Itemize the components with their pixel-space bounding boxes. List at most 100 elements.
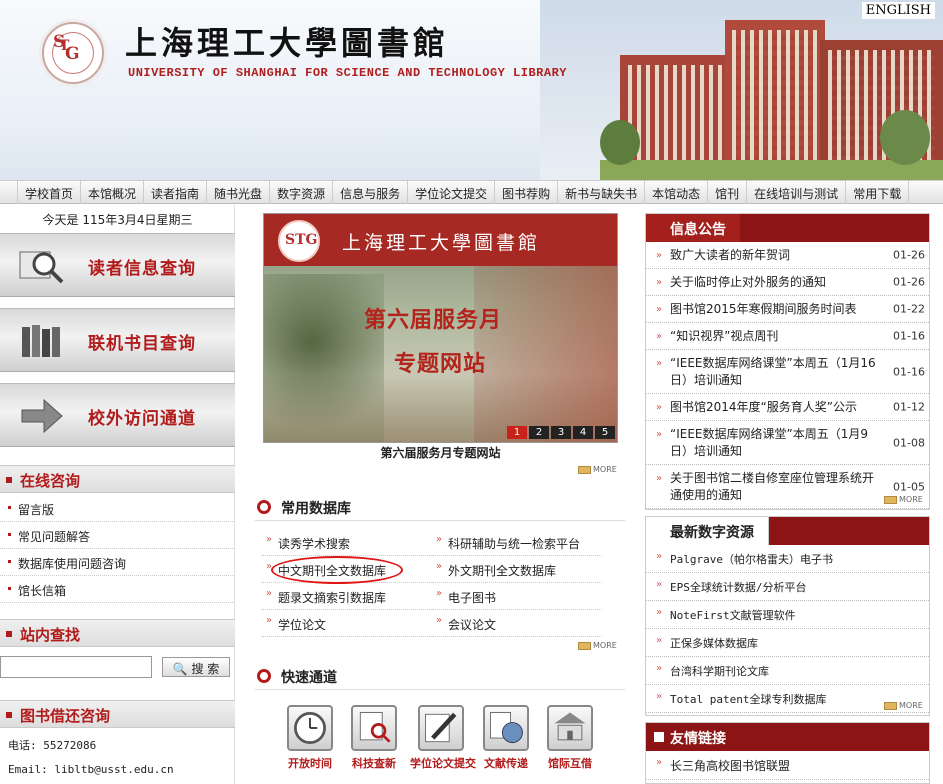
- banner-title-line2: 专题网站: [394, 352, 487, 377]
- email-text[interactable]: Email: libltb@usst.edu.cn: [8, 763, 174, 776]
- consult-item[interactable]: 常见问题解答: [0, 522, 235, 549]
- fast-link-open-hours[interactable]: 开放时间: [282, 705, 338, 775]
- nav-item[interactable]: 读者指南: [144, 181, 208, 204]
- site-search-header: 站内查找: [0, 619, 235, 647]
- lawn: [600, 160, 943, 180]
- database-link[interactable]: 题录文摘索引数据库: [262, 584, 432, 610]
- database-link[interactable]: 读秀学术搜索: [262, 530, 432, 556]
- feature-banner[interactable]: STG 上海理工大學圖書館 第六届服务月 专题网站 1 2 3 4 5: [263, 213, 618, 443]
- section-title: 常用数据库: [281, 501, 351, 517]
- database-link[interactable]: 电子图书: [432, 584, 602, 610]
- nav-item[interactable]: 馆刊: [708, 181, 748, 204]
- section-title: 图书借还咨询: [20, 707, 111, 725]
- resource-item[interactable]: NoteFirst文献管理软件: [646, 601, 929, 629]
- magnifier-icon: [19, 251, 64, 284]
- section-title: 快速通道: [281, 670, 337, 686]
- database-link[interactable]: 科研辅助与统一检索平台: [432, 530, 602, 556]
- nav-item[interactable]: 本馆概况: [81, 181, 145, 204]
- clock-icon: [287, 705, 333, 751]
- offsite-access-button[interactable]: 校外访问通道: [0, 383, 235, 447]
- notice-title: “IEEE数据库网络课堂”本周五（1月16日）培训通知: [670, 356, 876, 387]
- notices-more-link[interactable]: MORE: [884, 495, 930, 505]
- banner-page-4[interactable]: 4: [573, 426, 593, 439]
- banner-library-name: 上海理工大學圖書館: [342, 232, 541, 254]
- left-column: 今天是 115年3月4日星期三 读者信息查询 联机书目查询 校外访问通道 在线咨…: [0, 205, 235, 784]
- building-left-windows: [628, 65, 732, 160]
- search-icon: 🔍: [172, 662, 188, 676]
- friend-link-item[interactable]: 长三角高校图书馆联盟: [646, 751, 929, 780]
- resource-item[interactable]: 台湾科学期刊论文库: [646, 657, 929, 685]
- nav-item[interactable]: 在线培训与测试: [747, 181, 847, 204]
- nav-item[interactable]: 信息与服务: [333, 181, 409, 204]
- notice-item[interactable]: 图书馆2015年寒假期间服务时间表 01-22: [646, 296, 929, 323]
- resource-item[interactable]: 正保多媒体数据库: [646, 629, 929, 657]
- library-seal-logo[interactable]: STG: [42, 22, 104, 84]
- notice-title: “知识视界”视点周刊: [670, 329, 779, 343]
- date-line: 今天是 115年3月4日星期三: [42, 213, 193, 227]
- nav-item[interactable]: 本馆动态: [645, 181, 709, 204]
- more-icon: [884, 495, 897, 504]
- notice-date: 01-26: [893, 248, 925, 262]
- notice-item[interactable]: 致广大读者的新年贺词 01-26: [646, 242, 929, 269]
- notice-item[interactable]: “IEEE数据库网络课堂”本周五（1月9日）培训通知 01-08: [646, 421, 929, 465]
- notice-item[interactable]: “知识视界”视点周刊 01-16: [646, 323, 929, 350]
- site-header: STG 上海理工大學圖書館 UNIVERSITY OF SHANGHAI FOR…: [0, 0, 943, 180]
- fast-link-interlibrary-loan[interactable]: 馆际互借: [542, 705, 598, 775]
- catalog-search-button[interactable]: 联机书目查询: [0, 308, 235, 372]
- notice-item[interactable]: 图书馆2014年度“服务育人奖”公示 01-12: [646, 394, 929, 421]
- library-title-cn: 上海理工大學圖書館: [125, 24, 450, 62]
- nav-item[interactable]: 随书光盘: [207, 181, 271, 204]
- nav-item[interactable]: 常用下载: [846, 181, 910, 204]
- banner-page-3[interactable]: 3: [551, 426, 571, 439]
- resource-item[interactable]: Palgrave（帕尔格雷夫）电子书: [646, 545, 929, 573]
- banner-page-5[interactable]: 5: [595, 426, 615, 439]
- panel-title: 信息公告: [646, 214, 740, 242]
- database-link[interactable]: 会议论文: [432, 611, 602, 637]
- consult-item[interactable]: 留言版: [0, 495, 235, 522]
- banner-page-2[interactable]: 2: [529, 426, 549, 439]
- database-link[interactable]: 外文期刊全文数据库: [432, 557, 602, 583]
- highlight-annotation: [271, 556, 403, 584]
- notice-date: 01-12: [893, 400, 925, 414]
- fast-channel-header: 快速通道: [255, 664, 625, 690]
- pen-icon: [418, 705, 464, 751]
- english-link[interactable]: ENGLISH: [861, 2, 935, 19]
- fast-link-thesis-submit[interactable]: 学位论文提交: [410, 705, 476, 775]
- nav-item[interactable]: 图书荐购: [495, 181, 559, 204]
- databases-more-link[interactable]: MORE: [578, 641, 624, 651]
- notice-title: “IEEE数据库网络课堂”本周五（1月9日）培训通知: [670, 427, 868, 458]
- banner-page-1[interactable]: 1: [507, 426, 527, 439]
- online-consult-header: 在线咨询: [0, 465, 235, 493]
- notice-item[interactable]: “IEEE数据库网络课堂”本周五（1月16日）培训通知 01-16: [646, 350, 929, 394]
- nav-item[interactable]: 学校首页: [17, 181, 82, 204]
- database-link[interactable]: 学位论文: [262, 611, 432, 637]
- tree-2: [880, 110, 930, 165]
- friend-links-panel: 友情链接 长三角高校图书馆联盟: [645, 722, 930, 784]
- tree-1: [600, 120, 640, 165]
- notice-item[interactable]: 关于临时停止对外服务的通知 01-26: [646, 269, 929, 296]
- notice-title: 关于临时停止对外服务的通知: [670, 275, 827, 289]
- site-search-input[interactable]: [0, 656, 152, 678]
- nav-item[interactable]: 学位论文提交: [408, 181, 496, 204]
- nav-item[interactable]: 新书与缺失书: [558, 181, 646, 204]
- building-tower-windows: [732, 30, 818, 160]
- consult-list: 留言版 常见问题解答 数据库使用问题咨询 馆长信箱: [0, 495, 235, 603]
- resource-item[interactable]: EPS全球统计数据/分析平台: [646, 573, 929, 601]
- main-nav: 学校首页 本馆概况 读者指南 随书光盘 数字资源 信息与服务 学位论文提交 图书…: [0, 180, 943, 204]
- search-button[interactable]: 🔍 搜 索: [162, 657, 230, 677]
- consult-item[interactable]: 馆长信箱: [0, 576, 235, 603]
- notice-list: 致广大读者的新年贺词 01-26 关于临时停止对外服务的通知 01-26 图书馆20…: [646, 242, 929, 509]
- banner-caption[interactable]: 第六届服务月专题网站: [263, 444, 618, 462]
- panel-title: 最新数字资源: [646, 517, 769, 545]
- consult-item[interactable]: 数据库使用问题咨询: [0, 549, 235, 576]
- fast-link-doc-delivery[interactable]: 文献传递: [478, 705, 534, 775]
- fast-link-label: 文献传递: [484, 757, 528, 770]
- reader-info-button[interactable]: 读者信息查询: [0, 233, 235, 297]
- notice-date: 01-16: [893, 329, 925, 343]
- notice-title: 图书馆2015年寒假期间服务时间表: [670, 302, 857, 316]
- resources-more-link[interactable]: MORE: [884, 701, 930, 711]
- banner-more-link[interactable]: MORE: [578, 465, 624, 475]
- fast-link-novelty-search[interactable]: 科技查新: [346, 705, 402, 775]
- nav-item[interactable]: 数字资源: [270, 181, 334, 204]
- fast-link-label: 开放时间: [288, 757, 332, 770]
